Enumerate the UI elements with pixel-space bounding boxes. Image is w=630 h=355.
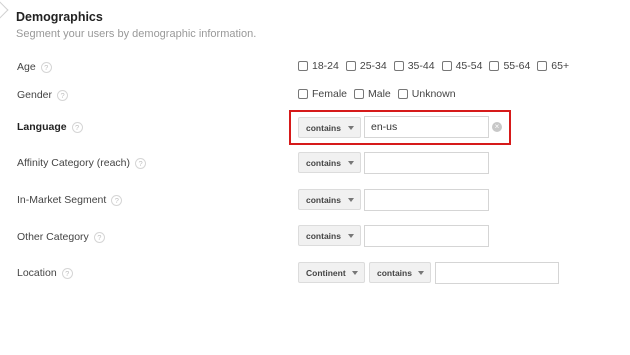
checkbox[interactable]	[354, 89, 365, 99]
dropdown-arrow-icon	[348, 126, 354, 130]
other-value-input[interactable]	[364, 225, 489, 247]
age-checkbox-25-34[interactable]: 25-34	[345, 60, 387, 72]
location-label: Location ?	[17, 267, 73, 279]
location-operator-dropdown[interactable]: contains	[369, 262, 431, 283]
affinity-value-input[interactable]	[364, 152, 489, 174]
dropdown-arrow-icon	[348, 161, 354, 165]
other-category-label: Other Category ?	[17, 231, 105, 243]
language-value-input[interactable]	[364, 116, 489, 138]
gender-checkbox-group: Female Male Unknown	[298, 88, 463, 100]
help-icon[interactable]: ?	[40, 61, 52, 73]
dropdown-arrow-icon	[352, 271, 358, 275]
gender-checkbox-unknown[interactable]: Unknown	[397, 88, 456, 100]
help-icon[interactable]: ?	[135, 157, 147, 169]
help-icon[interactable]: ?	[71, 121, 83, 133]
age-label: Age ?	[17, 61, 52, 73]
gender-checkbox-female[interactable]: Female	[298, 88, 347, 100]
other-operator-dropdown[interactable]: contains	[298, 225, 361, 246]
dropdown-arrow-icon	[418, 271, 424, 275]
in-market-operator-dropdown[interactable]: contains	[298, 189, 361, 210]
checkbox[interactable]	[397, 89, 408, 99]
checkbox[interactable]	[298, 61, 308, 71]
checkbox[interactable]	[393, 61, 404, 71]
dropdown-arrow-icon	[348, 234, 354, 238]
affinity-category-label: Affinity Category (reach) ?	[17, 157, 147, 169]
checkbox[interactable]	[298, 89, 308, 99]
age-checkbox-35-44[interactable]: 35-44	[393, 60, 435, 72]
checkbox[interactable]	[441, 61, 452, 71]
help-icon[interactable]: ?	[93, 231, 105, 243]
language-label: Language ?	[17, 121, 83, 133]
section-subtitle: Segment your users by demographic inform…	[16, 28, 257, 40]
age-checkbox-group: 18-24 25-34 35-44 45-54 55-64 65+	[298, 60, 576, 72]
gender-checkbox-male[interactable]: Male	[354, 88, 391, 100]
location-scope-dropdown[interactable]: Continent	[298, 262, 365, 283]
age-checkbox-45-54[interactable]: 45-54	[441, 60, 482, 72]
age-checkbox-65-plus[interactable]: 65+	[537, 60, 569, 72]
help-icon[interactable]: ?	[57, 89, 69, 101]
age-checkbox-55-64[interactable]: 55-64	[489, 60, 530, 72]
checkbox[interactable]	[345, 61, 356, 71]
section-title: Demographics	[16, 10, 103, 24]
in-market-segment-label: In-Market Segment ?	[17, 194, 123, 206]
gender-label: Gender ?	[17, 89, 69, 101]
affinity-operator-dropdown[interactable]: contains	[298, 152, 361, 173]
collapse-chevron-icon	[0, 1, 9, 19]
in-market-value-input[interactable]	[364, 189, 489, 211]
help-icon[interactable]: ?	[61, 267, 73, 279]
dropdown-arrow-icon	[348, 198, 354, 202]
clear-icon[interactable]: ×	[492, 122, 502, 132]
checkbox[interactable]	[489, 61, 500, 71]
age-checkbox-18-24[interactable]: 18-24	[298, 60, 339, 72]
checkbox[interactable]	[537, 61, 548, 71]
language-operator-dropdown[interactable]: contains	[298, 117, 361, 138]
help-icon[interactable]: ?	[111, 194, 123, 206]
location-value-input[interactable]	[435, 262, 559, 284]
